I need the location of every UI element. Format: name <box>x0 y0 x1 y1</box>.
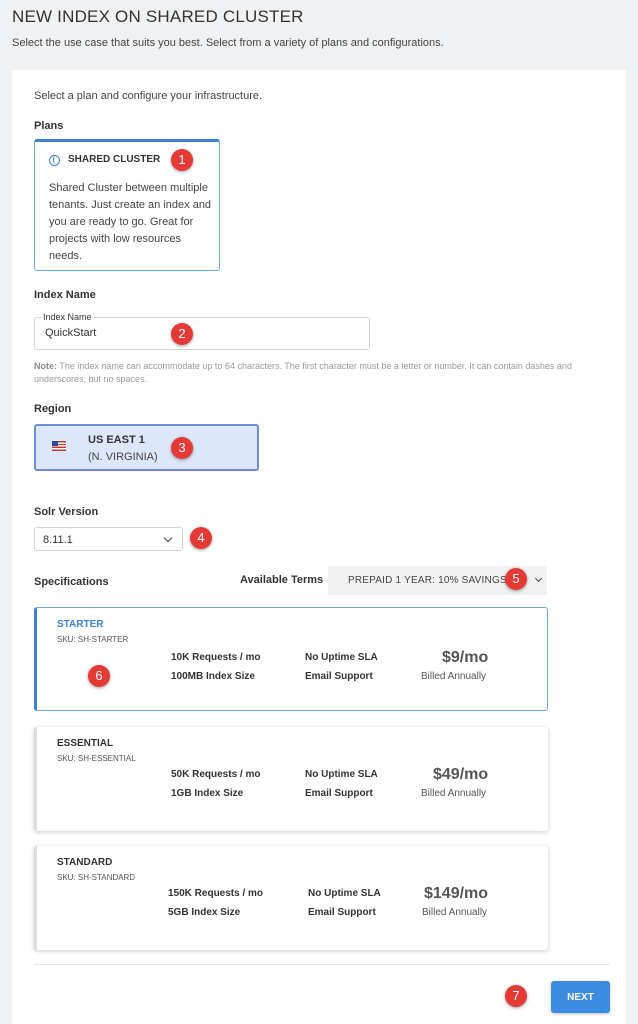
index-name-field-label: Index Name <box>41 312 94 322</box>
index-name-label: Index Name <box>34 289 96 301</box>
note-text: The index name can accommodate up to 64 … <box>34 361 572 384</box>
terms-value: PREPAID 1 YEAR: 10% SAVINGS <box>348 575 507 586</box>
page-subtitle: Select the use case that suits you best.… <box>12 37 444 49</box>
spec-card-essential[interactable]: ESSENTIAL SKU: SH-ESSENTIAL 50K Requests… <box>34 727 548 831</box>
spec-price: $49/mo <box>433 766 489 783</box>
spec-billed: Billed Annually <box>421 671 487 682</box>
spec-billed: Billed Annually <box>422 907 488 918</box>
spec-index-size: 100MB Index Size <box>171 671 255 682</box>
annotation-badge-5: 5 <box>505 568 527 590</box>
solr-version-label: Solr Version <box>34 506 99 518</box>
plans-label: Plans <box>34 120 64 132</box>
spec-sku: SKU: SH-ESSENTIAL <box>57 754 136 763</box>
region-label: Region <box>34 403 72 415</box>
annotation-badge-3: 3 <box>171 437 193 459</box>
footer-divider <box>34 964 610 965</box>
next-button[interactable]: NEXT <box>551 981 610 1013</box>
spec-name: ESSENTIAL <box>57 738 114 749</box>
page-title: NEW INDEX ON SHARED CLUSTER <box>12 7 304 26</box>
solr-version-value: 8.11.1 <box>43 534 73 546</box>
region-card-us-east-1[interactable]: US EAST 1 (N. VIRGINIA) <box>34 424 259 471</box>
region-subtitle: (N. VIRGINIA) <box>88 451 158 463</box>
spec-sla: No Uptime SLA <box>305 652 378 663</box>
intro-text: Select a plan and configure your infrast… <box>34 90 263 102</box>
spec-name: STANDARD <box>57 857 113 868</box>
region-name: US EAST 1 <box>88 434 145 446</box>
annotation-badge-2: 2 <box>171 323 193 345</box>
index-name-input[interactable] <box>45 327 345 339</box>
solr-version-select[interactable]: 8.11.1 <box>34 527 183 551</box>
spec-price: $9/mo <box>442 649 489 666</box>
spec-sku: SKU: SH-STANDARD <box>57 873 136 882</box>
spec-name: STARTER <box>57 619 104 630</box>
spec-index-size: 5GB Index Size <box>168 907 241 918</box>
chevron-down-icon <box>163 533 173 543</box>
index-name-note: Note: The index name can accommodate up … <box>34 360 594 386</box>
annotation-badge-7: 7 <box>505 985 527 1007</box>
spec-sla: No Uptime SLA <box>305 769 378 780</box>
spec-sku: SKU: SH-STARTER <box>57 635 129 644</box>
spec-support: Email Support <box>305 788 373 799</box>
specifications-label: Specifications <box>34 576 109 588</box>
us-flag-icon <box>52 441 66 451</box>
spec-requests: 50K Requests / mo <box>171 769 261 780</box>
index-name-field[interactable]: Index Name <box>34 312 370 350</box>
spec-price: $149/mo <box>424 885 489 902</box>
plan-title: SHARED CLUSTER <box>68 154 161 165</box>
spec-card-standard[interactable]: STANDARD SKU: SH-STANDARD 150K Requests … <box>34 846 548 950</box>
spec-requests: 150K Requests / mo <box>168 888 264 899</box>
chevron-down-icon <box>534 574 543 583</box>
plan-description: Shared Cluster between multiple tenants.… <box>49 182 212 262</box>
annotation-badge-6: 6 <box>88 665 110 687</box>
spec-requests: 10K Requests / mo <box>171 652 261 663</box>
annotation-badge-1: 1 <box>171 149 193 171</box>
spec-billed: Billed Annually <box>421 788 487 799</box>
spec-support: Email Support <box>305 671 373 682</box>
note-prefix: Note: <box>34 361 57 371</box>
spec-card-starter[interactable]: STARTER SKU: SH-STARTER 10K Requests / m… <box>34 607 548 711</box>
annotation-badge-4: 4 <box>190 527 212 549</box>
spec-support: Email Support <box>308 907 376 918</box>
plan-icon <box>49 155 60 166</box>
spec-index-size: 1GB Index Size <box>171 788 244 799</box>
spec-sla: No Uptime SLA <box>308 888 381 899</box>
available-terms-label: Available Terms <box>240 574 324 586</box>
